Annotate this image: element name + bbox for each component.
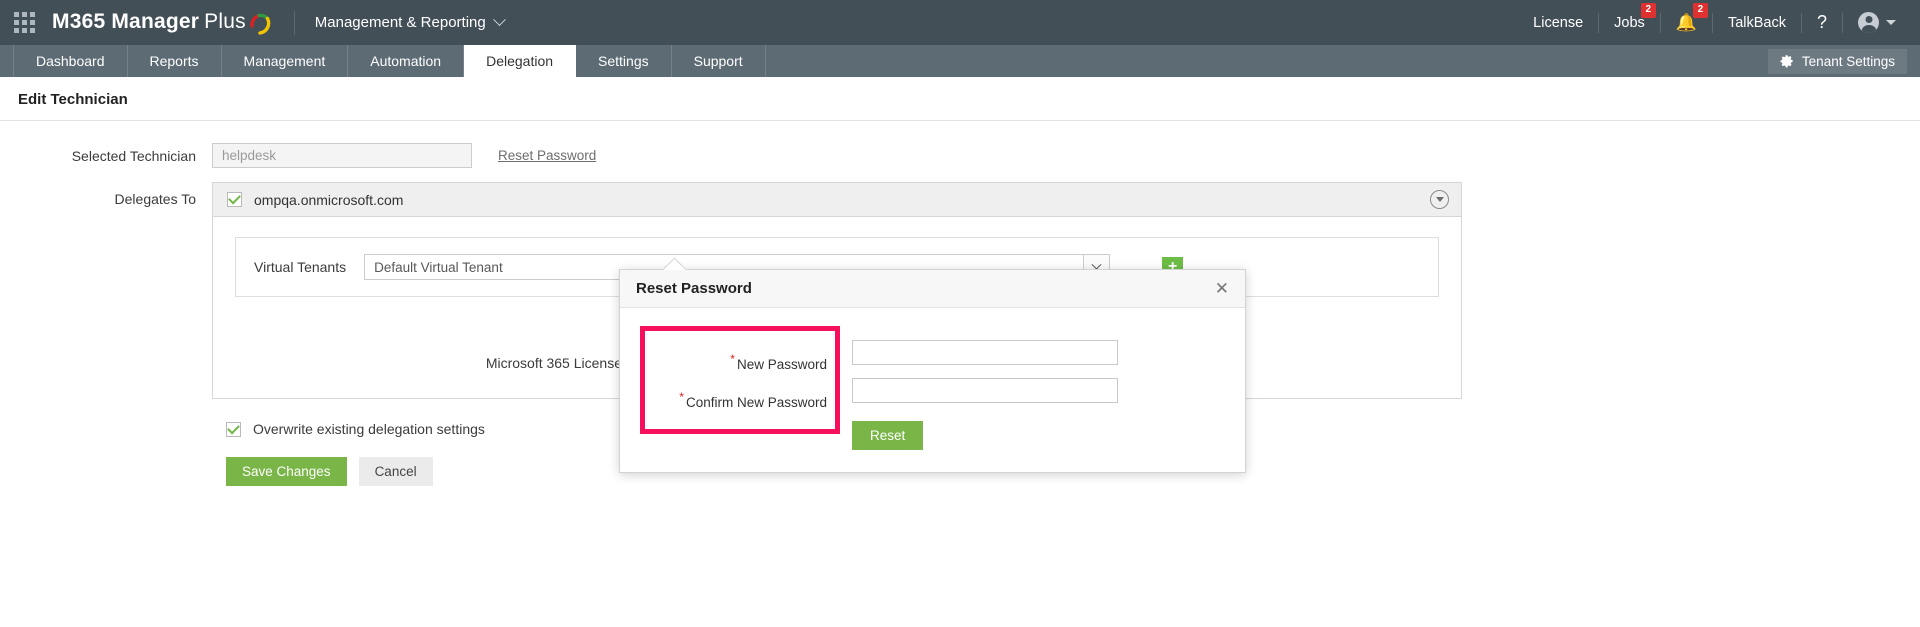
reset-submit-button[interactable]: Reset: [852, 421, 923, 450]
jobs-link[interactable]: Jobs 2: [1599, 10, 1660, 36]
required-fields-highlight: * New Password * Confirm New Password: [640, 326, 840, 434]
main-tab-bar: Dashboard Reports Management Automation …: [0, 45, 1920, 77]
delegates-panel-header: ompqa.onmicrosoft.com: [213, 183, 1461, 217]
tab-settings[interactable]: Settings: [576, 45, 672, 77]
reset-password-link[interactable]: Reset Password: [498, 148, 596, 163]
talkback-link[interactable]: TalkBack: [1713, 10, 1801, 36]
modal-title: Reset Password: [636, 280, 752, 297]
tenant-settings-label: Tenant Settings: [1802, 54, 1895, 69]
talkback-label: TalkBack: [1728, 15, 1786, 31]
chevron-down-icon: [493, 13, 506, 26]
notifications-badge: 2: [1693, 3, 1708, 18]
new-password-input[interactable]: [852, 340, 1118, 365]
module-selector[interactable]: Management & Reporting: [315, 14, 504, 31]
save-changes-button[interactable]: Save Changes: [226, 457, 347, 486]
reset-password-modal: Reset Password ✕ * New Password * Confir…: [619, 269, 1246, 473]
confirm-password-label-text: Confirm New Password: [686, 395, 827, 410]
tab-automation[interactable]: Automation: [348, 45, 464, 77]
modal-body: * New Password * Confirm New Password Re…: [620, 308, 1245, 472]
confirm-password-input[interactable]: [852, 378, 1118, 403]
new-password-label: * New Password: [645, 345, 835, 383]
modal-header: Reset Password ✕: [620, 270, 1245, 308]
licenses-label: Microsoft 365 Licenses: [235, 355, 645, 371]
close-icon[interactable]: ✕: [1215, 280, 1229, 297]
selected-technician-label: Selected Technician: [0, 148, 212, 164]
required-marker: *: [730, 353, 735, 365]
brand-logo: M365 Manager Plus: [52, 10, 274, 36]
license-link[interactable]: License: [1518, 10, 1598, 36]
tenant-name-label: ompqa.onmicrosoft.com: [254, 192, 403, 208]
license-label: License: [1533, 15, 1583, 31]
confirm-password-label: * Confirm New Password: [645, 383, 835, 421]
tab-dashboard[interactable]: Dashboard: [13, 45, 128, 77]
modal-fields: Reset: [840, 326, 1118, 450]
apps-grid-icon[interactable]: [14, 12, 36, 34]
jobs-badge: 2: [1641, 3, 1656, 18]
chevron-down-icon: [1886, 20, 1896, 25]
collapse-panel-button[interactable]: [1430, 190, 1449, 209]
tab-management[interactable]: Management: [222, 45, 349, 77]
overwrite-checkbox[interactable]: [226, 422, 241, 437]
overwrite-label: Overwrite existing delegation settings: [253, 421, 485, 437]
brand-name-light: Plus: [204, 10, 246, 34]
selected-technician-input[interactable]: helpdesk: [212, 143, 472, 168]
tenant-settings-button[interactable]: Tenant Settings: [1768, 49, 1907, 74]
tab-support[interactable]: Support: [672, 45, 766, 77]
tab-reports[interactable]: Reports: [128, 45, 222, 77]
new-password-label-text: New Password: [737, 357, 827, 372]
avatar: [1858, 12, 1879, 33]
module-selector-label: Management & Reporting: [315, 14, 486, 31]
page-content: Edit Technician Selected Technician help…: [0, 77, 1920, 627]
top-header: M365 Manager Plus Management & Reporting…: [0, 0, 1920, 45]
required-marker: *: [679, 391, 684, 403]
header-divider: [294, 11, 295, 35]
help-button[interactable]: ?: [1802, 10, 1842, 36]
selected-technician-row: Selected Technician helpdesk Reset Passw…: [0, 143, 1920, 168]
delegates-to-label: Delegates To: [0, 182, 212, 207]
jobs-label: Jobs: [1614, 15, 1645, 31]
header-right-group: License Jobs 2 🔔 2 TalkBack ?: [1518, 10, 1902, 36]
gear-icon: [1780, 54, 1794, 68]
tenant-checkbox[interactable]: [227, 192, 242, 207]
help-icon: ?: [1817, 12, 1827, 33]
tab-delegation[interactable]: Delegation: [464, 45, 576, 77]
brand-name-bold: M365 Manager: [52, 10, 199, 34]
notifications-button[interactable]: 🔔 2: [1661, 10, 1712, 36]
user-menu[interactable]: [1843, 12, 1902, 33]
logo-swirl-icon: [248, 10, 274, 36]
virtual-tenants-label: Virtual Tenants: [254, 259, 346, 275]
page-title: Edit Technician: [0, 77, 1920, 121]
cancel-button[interactable]: Cancel: [359, 457, 433, 486]
